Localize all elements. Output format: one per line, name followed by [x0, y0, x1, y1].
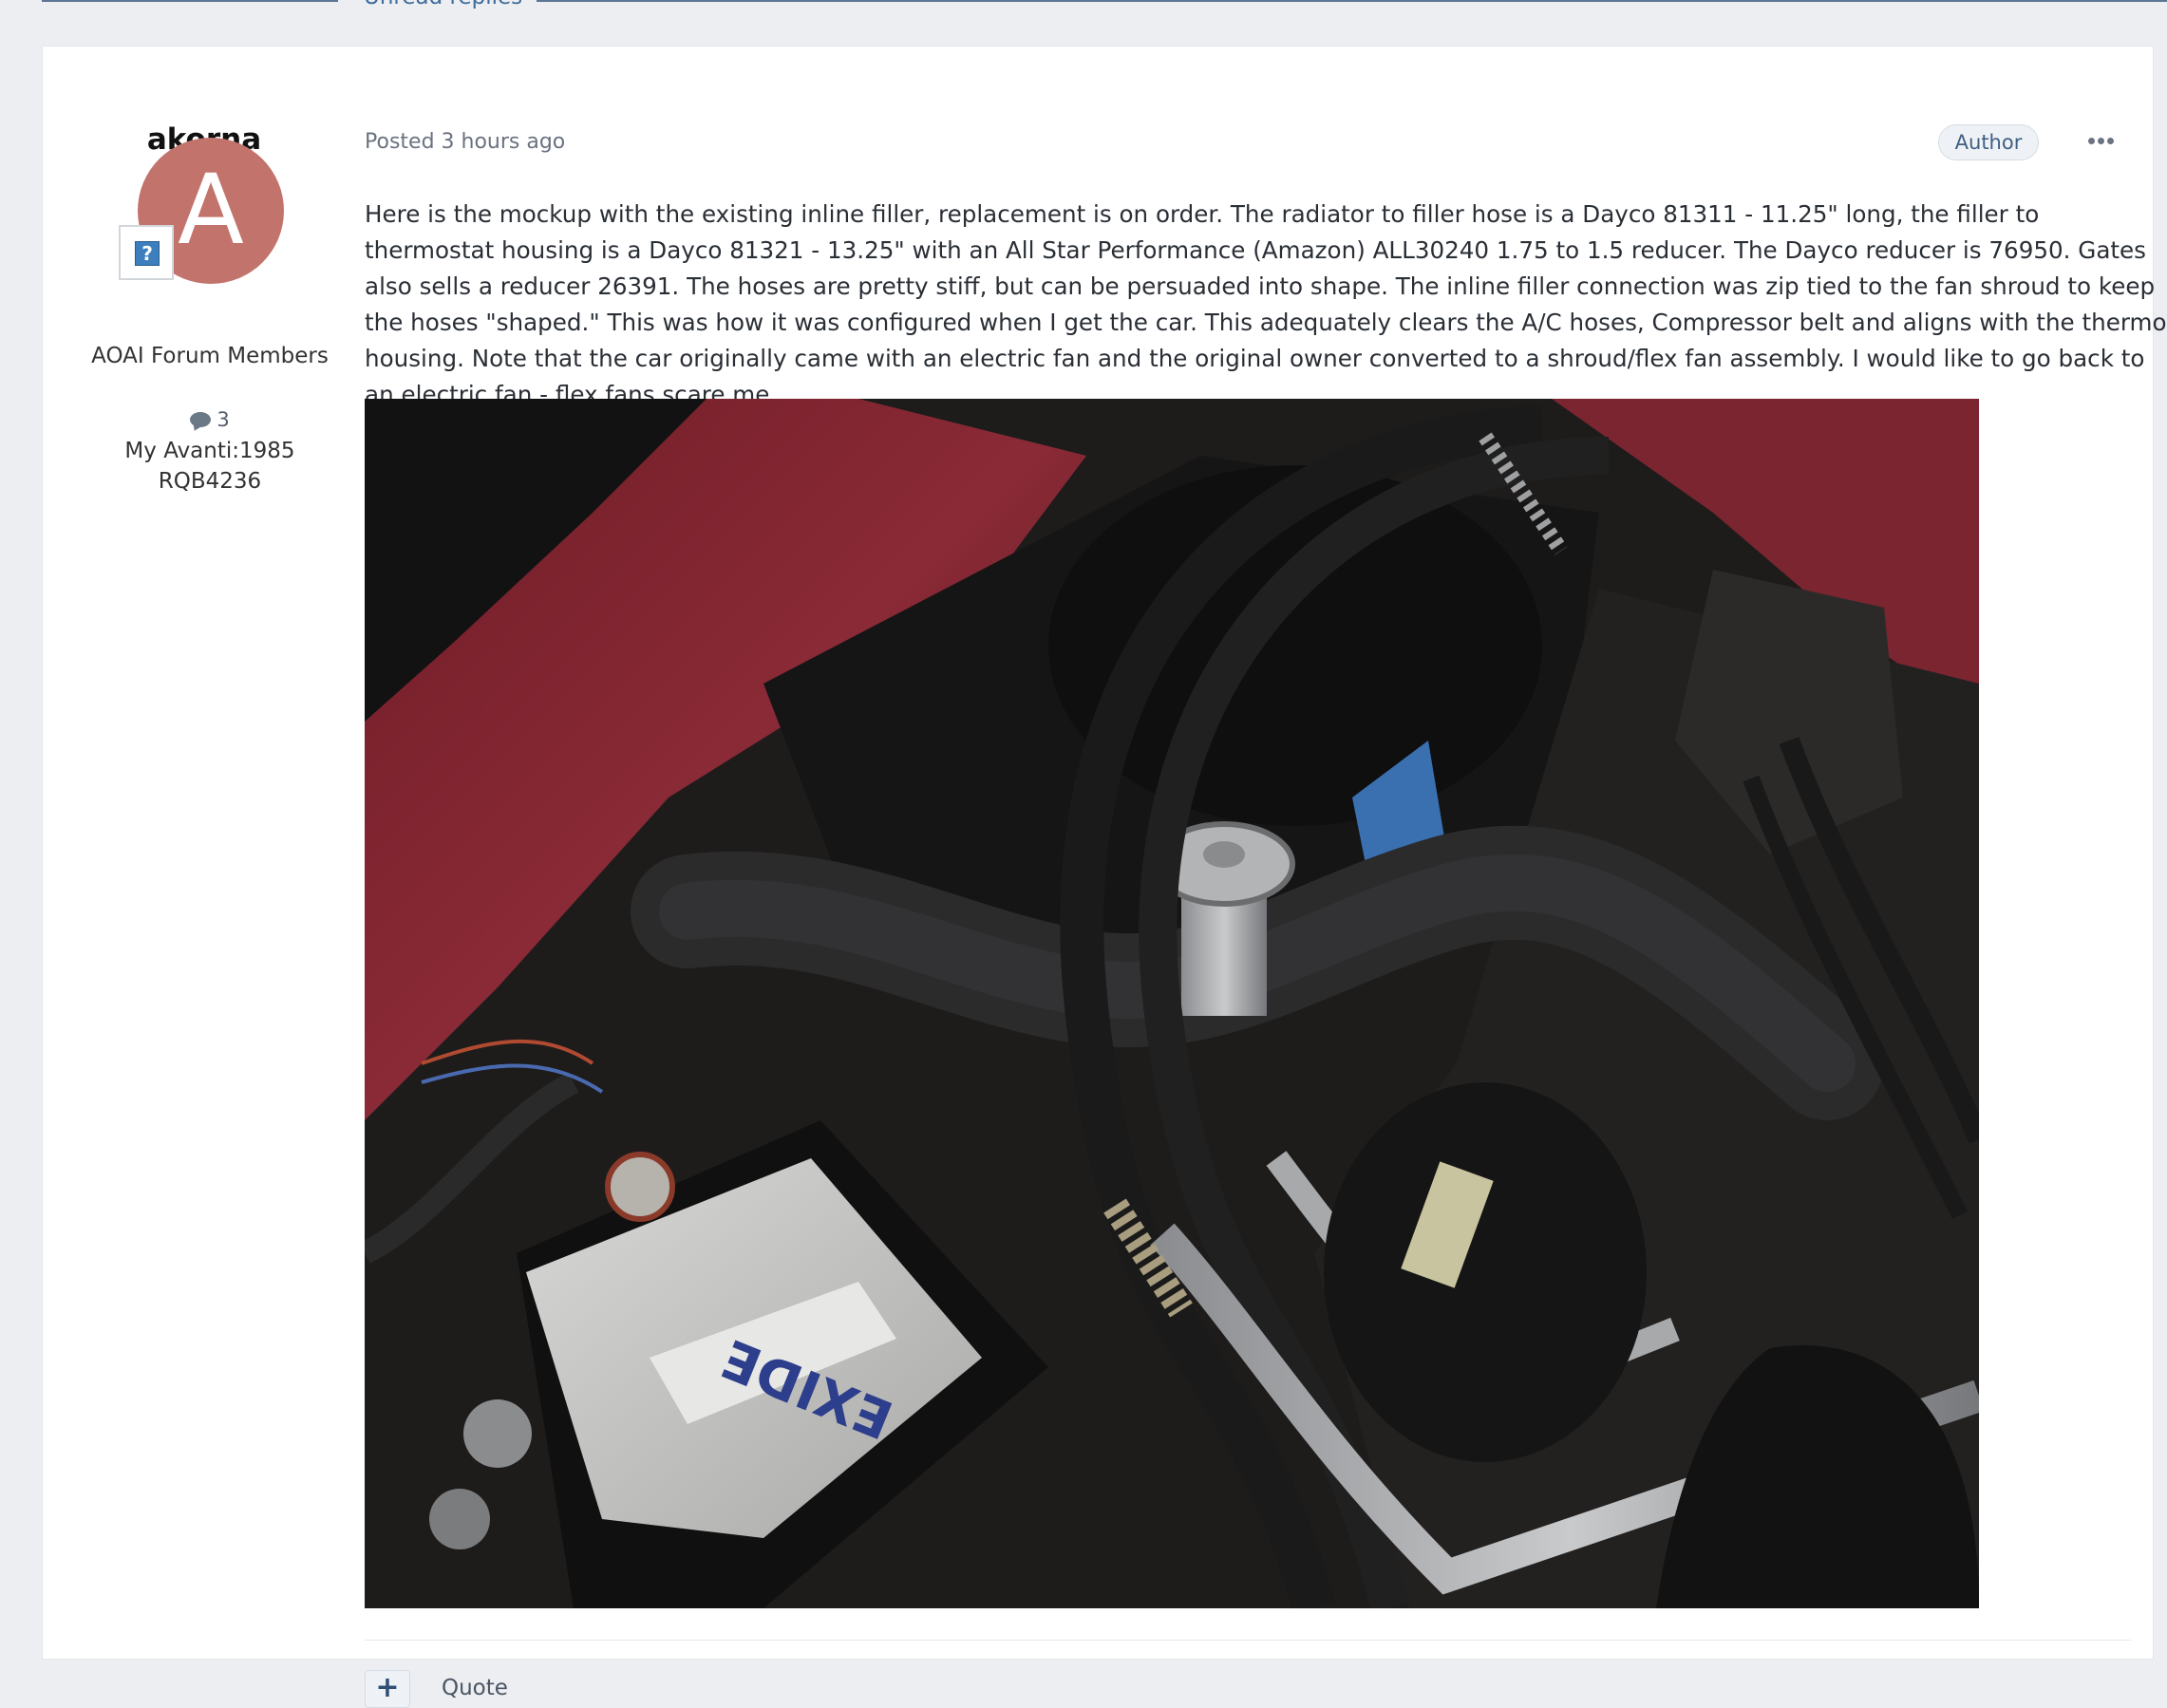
rank-badge: ? [119, 225, 174, 280]
engine-bay-illustration: EXIDE [365, 399, 1979, 1608]
profile-field-my-avanti: My Avanti:1985 [124, 439, 295, 463]
more-dot [2088, 138, 2095, 144]
unread-replies-link[interactable]: Unread replies [364, 0, 522, 11]
tab-divider-left [42, 0, 338, 2]
top-tab-bar: Unread replies [0, 0, 2167, 11]
chat-bubble-icon [190, 412, 212, 427]
post-count-value: 3 [217, 408, 230, 431]
post-footer-divider [365, 1640, 2131, 1641]
quote-button[interactable]: Quote [442, 1674, 508, 1702]
post-body-text: Here is the mockup with the existing inl… [365, 200, 2167, 408]
author-badge: Author [1938, 124, 2039, 160]
question-mark-icon: ? [135, 241, 160, 266]
more-options-icon[interactable] [2082, 126, 2120, 155]
add-multiquote-button[interactable]: + [365, 1670, 410, 1708]
more-dot [2098, 138, 2104, 144]
post-timestamp[interactable]: Posted 3 hours ago [365, 128, 565, 157]
post-count[interactable]: 3 [43, 405, 377, 434]
tab-divider-right [537, 0, 2167, 2]
profile-field-vin: RQB4236 [158, 469, 262, 494]
more-dot [2107, 138, 2114, 144]
author-panel: akorna A ? AOAI Forum Members 3 My Avant… [43, 47, 377, 711]
engine-bay-photo[interactable]: EXIDE [365, 399, 1979, 1608]
member-group-label: AOAI Forum Members [91, 344, 329, 368]
forum-post: akorna A ? AOAI Forum Members 3 My Avant… [42, 46, 2167, 1708]
